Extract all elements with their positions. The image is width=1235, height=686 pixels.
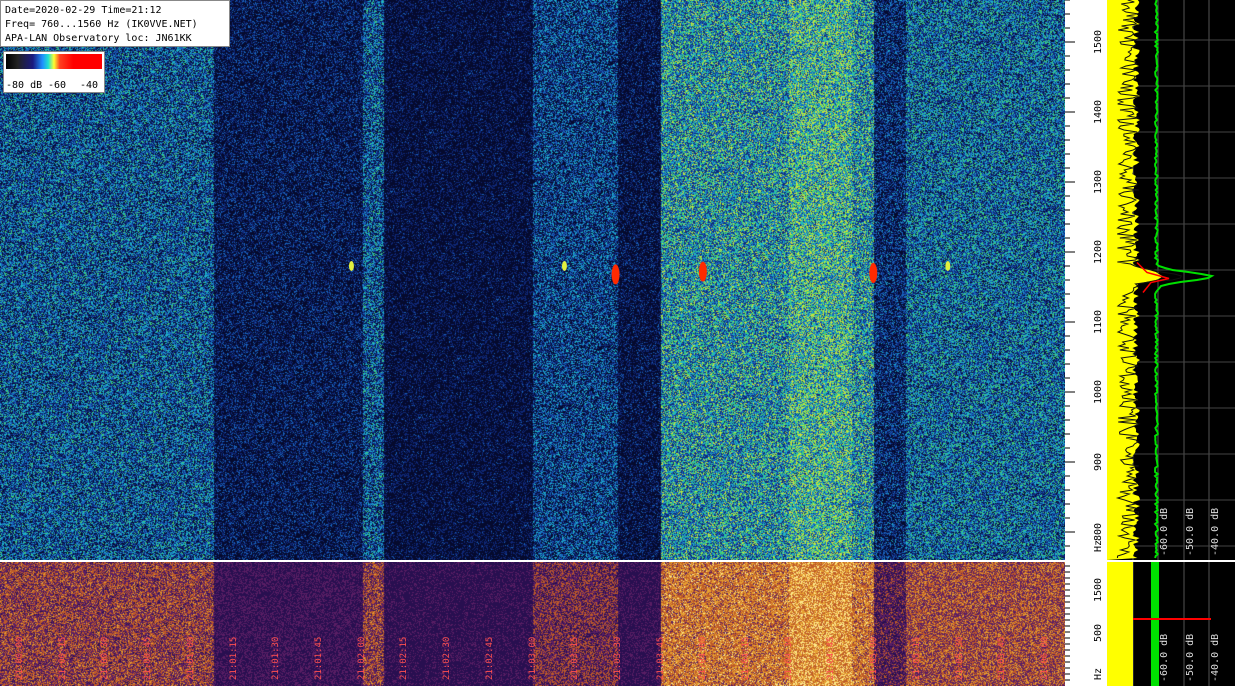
signal-mark-2 xyxy=(611,264,620,285)
time-label-17: 21:04:15 xyxy=(741,636,752,680)
frequency-axis-main: 800 900 1000 1100 1200 1300 1400 1500 Hz xyxy=(1065,0,1107,560)
time-label-20: 21:05:00 xyxy=(869,636,880,680)
time-label-12: 21:03:00 xyxy=(527,636,538,680)
secondary-y-unit-label: Hz xyxy=(1093,667,1104,680)
time-label-21: 21:05:15 xyxy=(911,636,922,680)
signal-mark-1 xyxy=(561,261,567,271)
time-label-3: 21:00:45 xyxy=(143,636,154,680)
spectrum-main: -60.0 dB -50.0 dB -40.0 dB xyxy=(1107,0,1235,560)
y-tick-label-1400: 1400 xyxy=(1093,100,1104,125)
time-label-13: 21:03:15 xyxy=(570,636,581,680)
y-tick-label-1300: 1300 xyxy=(1093,170,1104,195)
time-label-11: 21:02:45 xyxy=(484,636,495,680)
time-label-18: 21:04:30 xyxy=(783,636,794,680)
colorbar xyxy=(6,54,102,69)
time-label-14: 21:03:30 xyxy=(612,636,623,680)
time-label-19: 21:04:45 xyxy=(826,636,837,680)
y-tick-label-900: 900 xyxy=(1093,453,1104,472)
time-label-1: 21:00:15 xyxy=(57,636,68,680)
waterfall-secondary: 21:00:00 21:00:15 21:00:30 21:00:45 21:01:00… xyxy=(0,562,1065,686)
y-tick-label-1200: 1200 xyxy=(1093,240,1104,265)
time-label-5: 21:01:15 xyxy=(228,636,239,680)
signal-marks xyxy=(348,261,951,285)
info-location: APA-LAN Observatory loc: JN61KK xyxy=(5,33,192,44)
legend-label-mid: -60 xyxy=(48,80,67,91)
time-label-6: 21:01:30 xyxy=(271,636,282,680)
y-unit-label: Hz xyxy=(1093,539,1104,552)
y-tick-label-800: 800 xyxy=(1093,523,1104,542)
time-label-22: 21:05:30 xyxy=(954,636,965,680)
spectrum-db-label-2: -40.0 dB xyxy=(1210,507,1221,556)
legend-label-high: -40 xyxy=(80,80,99,91)
frequency-axis-secondary: 500 1500 Hz xyxy=(1065,562,1107,686)
spectrum-db-label-0: -60.0 dB xyxy=(1159,507,1170,556)
y-tick-label-1500: 1500 xyxy=(1093,30,1104,55)
secondary-y-tick-label-500: 500 xyxy=(1093,623,1104,642)
spectrum-secondary-average-area xyxy=(1107,562,1133,686)
time-label-24: 21:06:00 xyxy=(1040,636,1050,680)
time-label-10: 21:02:30 xyxy=(442,636,453,680)
secondary-spectrum-db-label-1: -50.0 dB xyxy=(1185,633,1196,682)
spectrum-secondary: -60.0 dB -50.0 dB -40.0 dB xyxy=(1107,562,1235,686)
y-tick-label-1000: 1000 xyxy=(1093,380,1104,405)
legend-label-low: -80 dB xyxy=(6,80,43,91)
time-label-23: 21:05:45 xyxy=(997,636,1008,680)
time-label-4: 21:01:00 xyxy=(185,636,196,680)
secondary-spectrum-db-label-0: -60.0 dB xyxy=(1159,633,1170,682)
info-box: Date=2020-02-29 Time=21:12 Freq= 760...1… xyxy=(0,0,230,47)
info-date: Date=2020-02-29 Time=21:12 xyxy=(5,5,162,16)
signal-mark-4 xyxy=(869,263,878,283)
info-freq: Freq= 760...1560 Hz (IK0VVE.NET) xyxy=(5,19,198,30)
signal-mark-5 xyxy=(945,261,951,271)
panel-divider xyxy=(0,560,1235,562)
secondary-y-tick-label-1500: 1500 xyxy=(1093,577,1104,602)
time-label-7: 21:01:45 xyxy=(313,636,324,680)
time-label-8: 21:02:00 xyxy=(356,636,367,680)
y-tick-label-1100: 1100 xyxy=(1093,310,1104,335)
color-legend: -80 dB -60 -40 xyxy=(3,51,105,93)
time-label-9: 21:02:15 xyxy=(399,636,410,680)
secondary-spectrum-db-label-2: -40.0 dB xyxy=(1210,633,1221,682)
spectrum-db-label-1: -50.0 dB xyxy=(1185,507,1196,556)
time-label-2: 21:00:30 xyxy=(100,636,111,680)
time-label-16: 21:04:00 xyxy=(698,636,709,680)
time-label-0: 21:00:00 xyxy=(15,636,25,680)
time-label-15: 21:03:45 xyxy=(655,636,666,680)
waterfall-main xyxy=(0,0,1065,560)
signal-mark-0 xyxy=(348,261,354,271)
spectrum-secondary-peak-band xyxy=(1151,562,1159,686)
signal-mark-3 xyxy=(698,261,707,282)
